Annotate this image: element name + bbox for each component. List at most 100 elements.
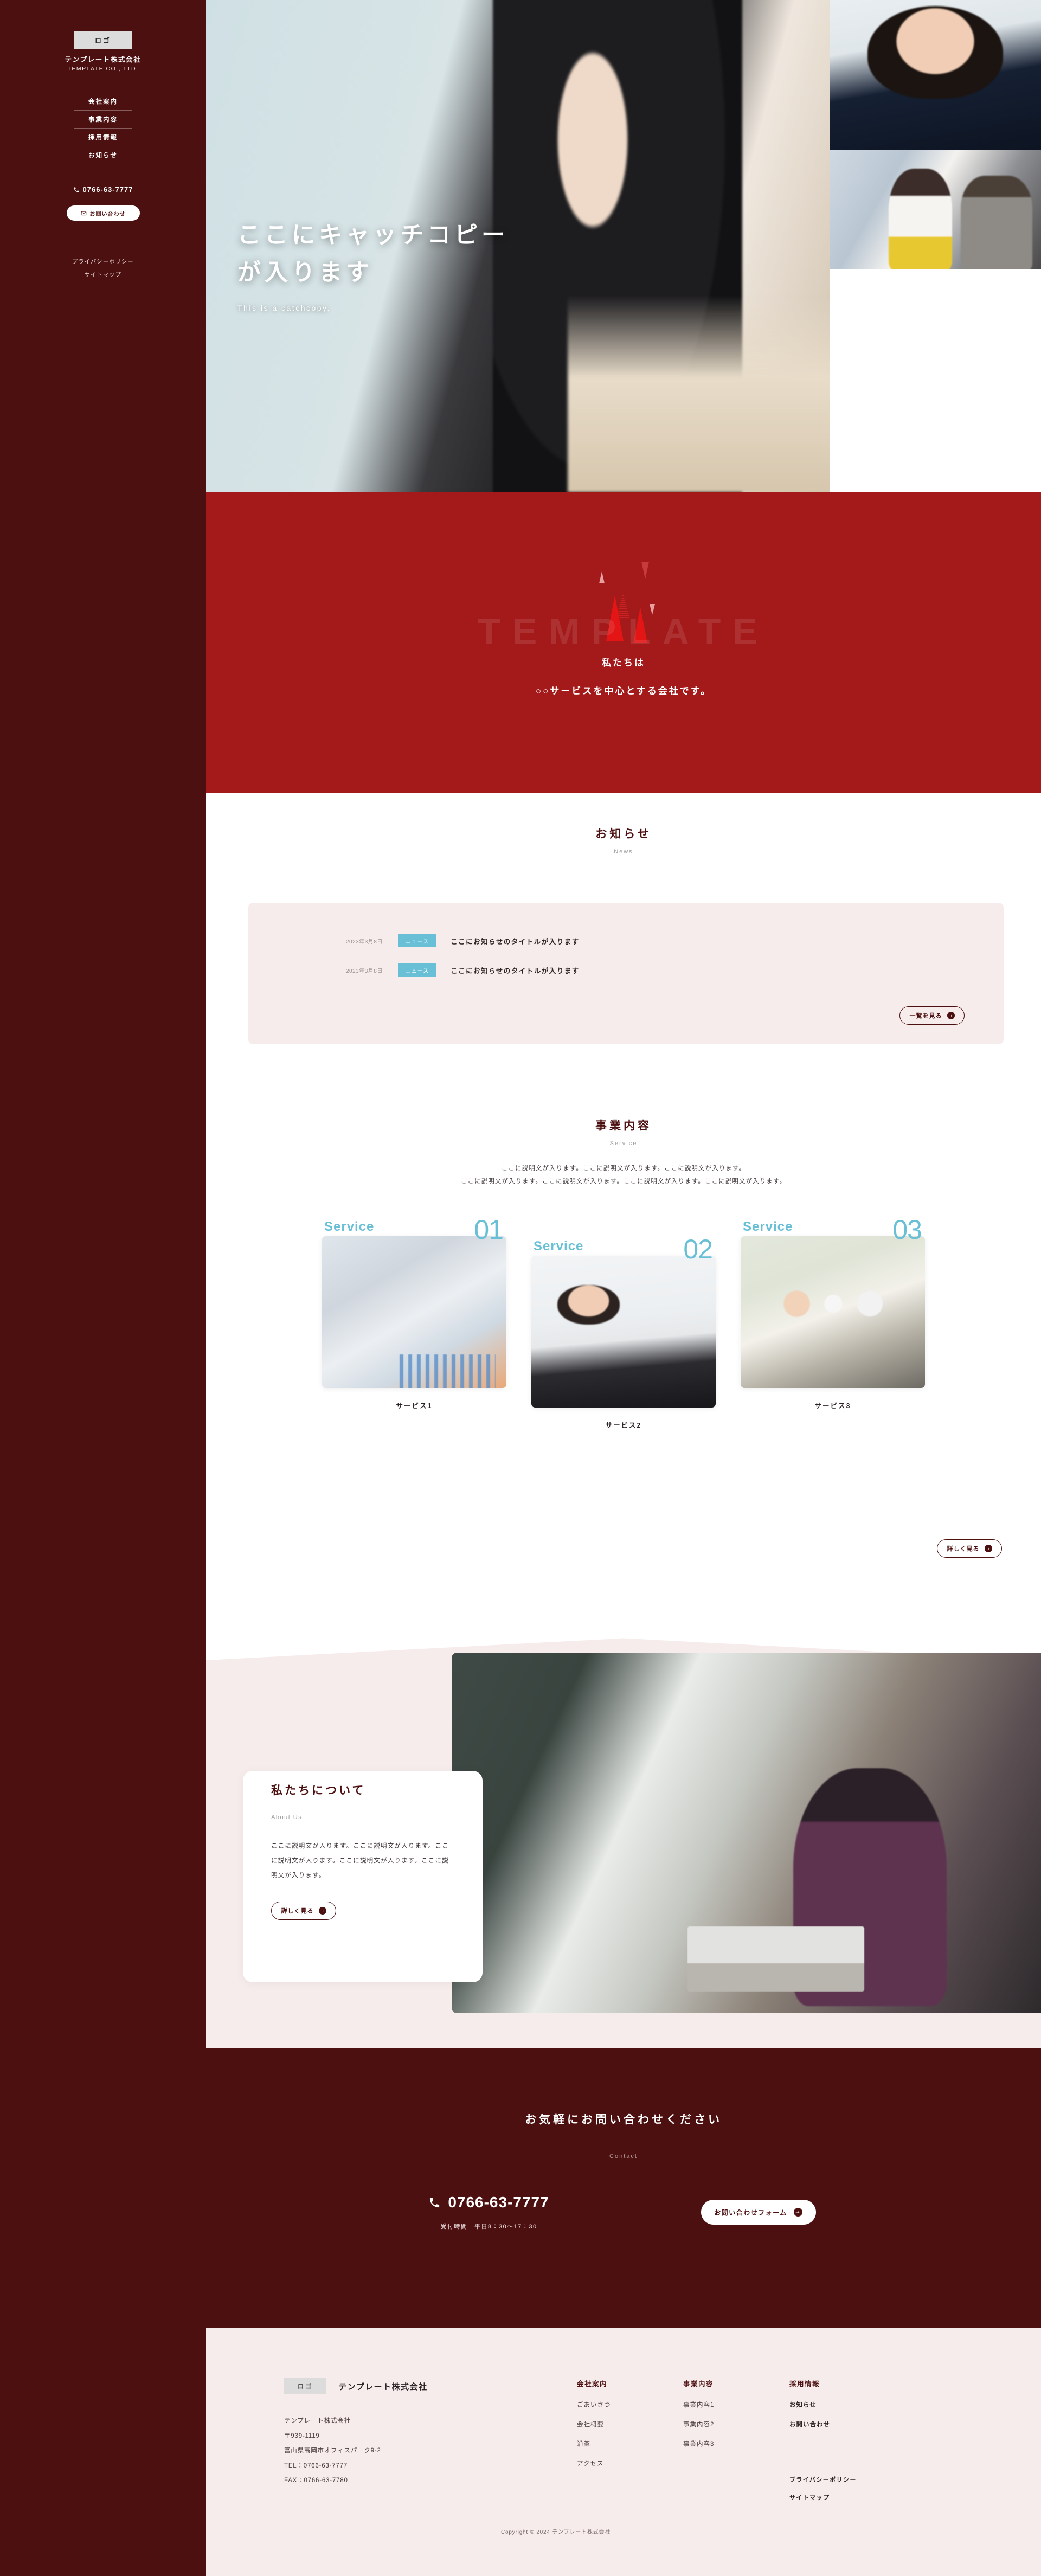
peak-shape-small-top xyxy=(599,571,605,583)
news-item-tag: ニュース xyxy=(398,963,436,977)
contact-form-button[interactable]: お問い合わせフォーム ➞ xyxy=(701,2200,816,2225)
about-detail-button[interactable]: 詳しく見る ➞ xyxy=(271,1902,336,1920)
service-card[interactable]: Service 01 サービス1 xyxy=(322,1215,506,1430)
sidebar: ロゴ テンプレート株式会社 TEMPLATE CO., LTD. 会社案内 事業… xyxy=(0,0,206,2576)
mission-line-2: ○○サービスを中心とする会社です。 xyxy=(535,686,712,696)
mission-band: TEMPLATE 私たちは ○○サービスを中心とする会社です。 xyxy=(206,492,1041,793)
footer-column-service: 事業内容 事業内容1 事業内容2 事業内容3 xyxy=(683,2378,789,2511)
news-section: お知らせ News 2023年3月8日 ニュース ここにお知らせのタイトルが入り… xyxy=(206,793,1041,1091)
service-card[interactable]: Service 02 サービス2 xyxy=(531,1234,716,1430)
arrow-right-icon: ➞ xyxy=(947,1012,955,1019)
sidebar-item-service[interactable]: 事業内容 xyxy=(74,111,132,129)
about-title-en: About Us xyxy=(271,1814,303,1821)
contact-tel-text: 0766-63-7777 xyxy=(448,2194,549,2211)
sidebar-link-privacy[interactable]: プライバシーポリシー xyxy=(72,257,134,265)
footer-link-access[interactable]: アクセス xyxy=(577,2459,683,2468)
service-title-en: Service xyxy=(609,1140,638,1147)
peak-shape-inverted xyxy=(641,562,649,579)
news-item-title: ここにお知らせのタイトルが入ります xyxy=(451,967,580,975)
footer-inner: ロゴ テンプレート株式会社 テンプレート株式会社 〒939-1119 富山県高岡… xyxy=(284,2378,967,2511)
sidebar-contact-button[interactable]: お問い合わせ xyxy=(66,205,140,221)
news-view-all-button[interactable]: 一覧を見る ➞ xyxy=(899,1006,965,1025)
service-description-line-2: ここに説明文が入ります。ここに説明文が入ります。ここに説明文が入ります。ここに説… xyxy=(460,1178,787,1185)
mail-icon xyxy=(81,211,86,215)
footer-link-privacy[interactable]: プライバシーポリシー xyxy=(789,2475,896,2484)
news-item-title: ここにお知らせのタイトルが入ります xyxy=(451,937,580,946)
footer-address-line-5: FAX：0766-63-7780 xyxy=(284,2477,348,2484)
service-card-label: Service xyxy=(324,1219,375,1234)
sidebar-nav: 会社案内 事業内容 採用情報 お知らせ xyxy=(74,93,132,164)
sidebar-item-company[interactable]: 会社案内 xyxy=(74,93,132,111)
service-detail-label: 詳しく見る xyxy=(947,1546,980,1552)
footer-column-company: 会社案内 ごあいさつ 会社概要 沿革 アクセス xyxy=(577,2378,683,2511)
about-title-jp: 私たちについて xyxy=(271,1784,366,1797)
sidebar-item-recruit[interactable]: 採用情報 xyxy=(74,129,132,146)
contact-phone-block: 0766-63-7777 受付時間 平日8：30〜17：30 xyxy=(386,2194,592,2231)
footer-link-overview[interactable]: 会社概要 xyxy=(577,2420,683,2429)
service-description: ここに説明文が入ります。ここに説明文が入ります。ここに説明文が入ります。 ここに… xyxy=(206,1162,1041,1188)
service-card-image xyxy=(531,1256,716,1408)
phone-icon xyxy=(430,2198,440,2207)
footer-brand-block: ロゴ テンプレート株式会社 テンプレート株式会社 〒939-1119 富山県高岡… xyxy=(284,2378,577,2511)
hero-photo-top-right xyxy=(830,0,1041,150)
news-item[interactable]: 2023年3月8日 ニュース ここにお知らせのタイトルが入ります xyxy=(346,934,580,947)
footer-link-sitemap[interactable]: サイトマップ xyxy=(789,2493,896,2502)
footer-column-heading[interactable]: 採用情報 xyxy=(789,2378,896,2388)
sidebar-contact-label: お問い合わせ xyxy=(89,211,126,217)
footer-column-heading[interactable]: 会社案内 xyxy=(577,2378,683,2388)
service-card-label: Service xyxy=(534,1239,584,1254)
sidebar-item-news[interactable]: お知らせ xyxy=(74,146,132,164)
service-card-name: サービス3 xyxy=(814,1402,851,1410)
service-card-label: Service xyxy=(743,1219,793,1234)
phone-icon xyxy=(74,187,79,192)
contact-form-label: お問い合わせフォーム xyxy=(714,2208,787,2217)
news-item-date: 2023年3月8日 xyxy=(346,968,383,974)
hero-headline-line2: が入ります xyxy=(237,259,373,286)
contact-form-block: お問い合わせフォーム ➞ xyxy=(656,2200,862,2225)
service-card-number: 01 xyxy=(474,1215,504,1245)
logo-placeholder[interactable]: ロゴ xyxy=(74,31,132,49)
service-section: 事業内容 Service ここに説明文が入ります。ここに説明文が入ります。ここに… xyxy=(206,1091,1041,1636)
service-card-name: サービス2 xyxy=(605,1422,642,1429)
service-description-line-1: ここに説明文が入ります。ここに説明文が入ります。ここに説明文が入ります。 xyxy=(501,1165,746,1172)
footer-link-service-1[interactable]: 事業内容1 xyxy=(683,2400,789,2409)
about-body-text: ここに説明文が入ります。ここに説明文が入ります。ここに説明文が入ります。ここに説… xyxy=(271,1843,449,1879)
footer-link-news[interactable]: お知らせ xyxy=(789,2400,896,2409)
footer-address-line-3: 富山県高岡市オフィスパーク9-2 xyxy=(284,2447,381,2455)
footer-column-heading[interactable]: 事業内容 xyxy=(683,2378,789,2388)
service-card-number: 03 xyxy=(892,1215,922,1245)
hero-copy: ここにキャッチコピー が入ります This is a catchcopy. xyxy=(237,217,509,312)
service-card[interactable]: Service 03 サービス3 xyxy=(741,1215,925,1430)
contact-title-en: Contact xyxy=(609,2153,638,2160)
hero-section: ここにキャッチコピー が入ります This is a catchcopy. xyxy=(206,0,1041,492)
about-photo xyxy=(452,1653,1041,2013)
footer-link-greeting[interactable]: ごあいさつ xyxy=(577,2400,683,2409)
footer-link-service-2[interactable]: 事業内容2 xyxy=(683,2420,789,2429)
sidebar-telephone[interactable]: 0766-63-7777 xyxy=(73,185,133,194)
footer-address-line-4: TEL：0766-63-7777 xyxy=(284,2462,348,2469)
footer-link-history[interactable]: 沿革 xyxy=(577,2439,683,2448)
service-card-number: 02 xyxy=(683,1234,713,1264)
contact-row: 0766-63-7777 受付時間 平日8：30〜17：30 お問い合わせフォー… xyxy=(206,2184,1041,2240)
hero-subcopy: This is a catchcopy. xyxy=(237,303,331,312)
news-title-jp: お知らせ xyxy=(595,828,652,840)
brand-name-en: TEMPLATE CO., LTD. xyxy=(67,66,139,72)
contact-telephone[interactable]: 0766-63-7777 xyxy=(386,2194,592,2211)
service-card-name: サービス1 xyxy=(396,1402,433,1410)
page-root: ロゴ テンプレート株式会社 TEMPLATE CO., LTD. 会社案内 事業… xyxy=(0,0,1041,2576)
footer-link-contact[interactable]: お問い合わせ xyxy=(789,2420,896,2429)
sidebar-sub-links: プライバシーポリシー サイトマップ xyxy=(72,257,134,283)
footer-address-line-1: テンプレート株式会社 xyxy=(284,2418,351,2424)
sidebar-link-sitemap[interactable]: サイトマップ xyxy=(72,270,134,278)
footer-link-service-3[interactable]: 事業内容3 xyxy=(683,2439,789,2448)
footer-logo-placeholder[interactable]: ロゴ xyxy=(284,2378,326,2394)
footer: ロゴ テンプレート株式会社 テンプレート株式会社 〒939-1119 富山県高岡… xyxy=(206,2328,1041,2576)
contact-hours: 受付時間 平日8：30〜17：30 xyxy=(440,2224,537,2230)
service-detail-button[interactable]: 詳しく見る ➞ xyxy=(937,1539,1002,1558)
arrow-right-icon: ➞ xyxy=(984,1545,992,1552)
sidebar-tel-text: 0766-63-7777 xyxy=(82,185,133,194)
news-heading: お知らせ News xyxy=(206,793,1041,855)
news-item[interactable]: 2023年3月8日 ニュース ここにお知らせのタイトルが入ります xyxy=(346,963,580,977)
footer-sub-links: プライバシーポリシー サイトマップ xyxy=(789,2475,896,2502)
about-card: About Us ここに説明文が入ります。ここに説明文が入ります。ここに説明文が… xyxy=(243,1771,483,1982)
